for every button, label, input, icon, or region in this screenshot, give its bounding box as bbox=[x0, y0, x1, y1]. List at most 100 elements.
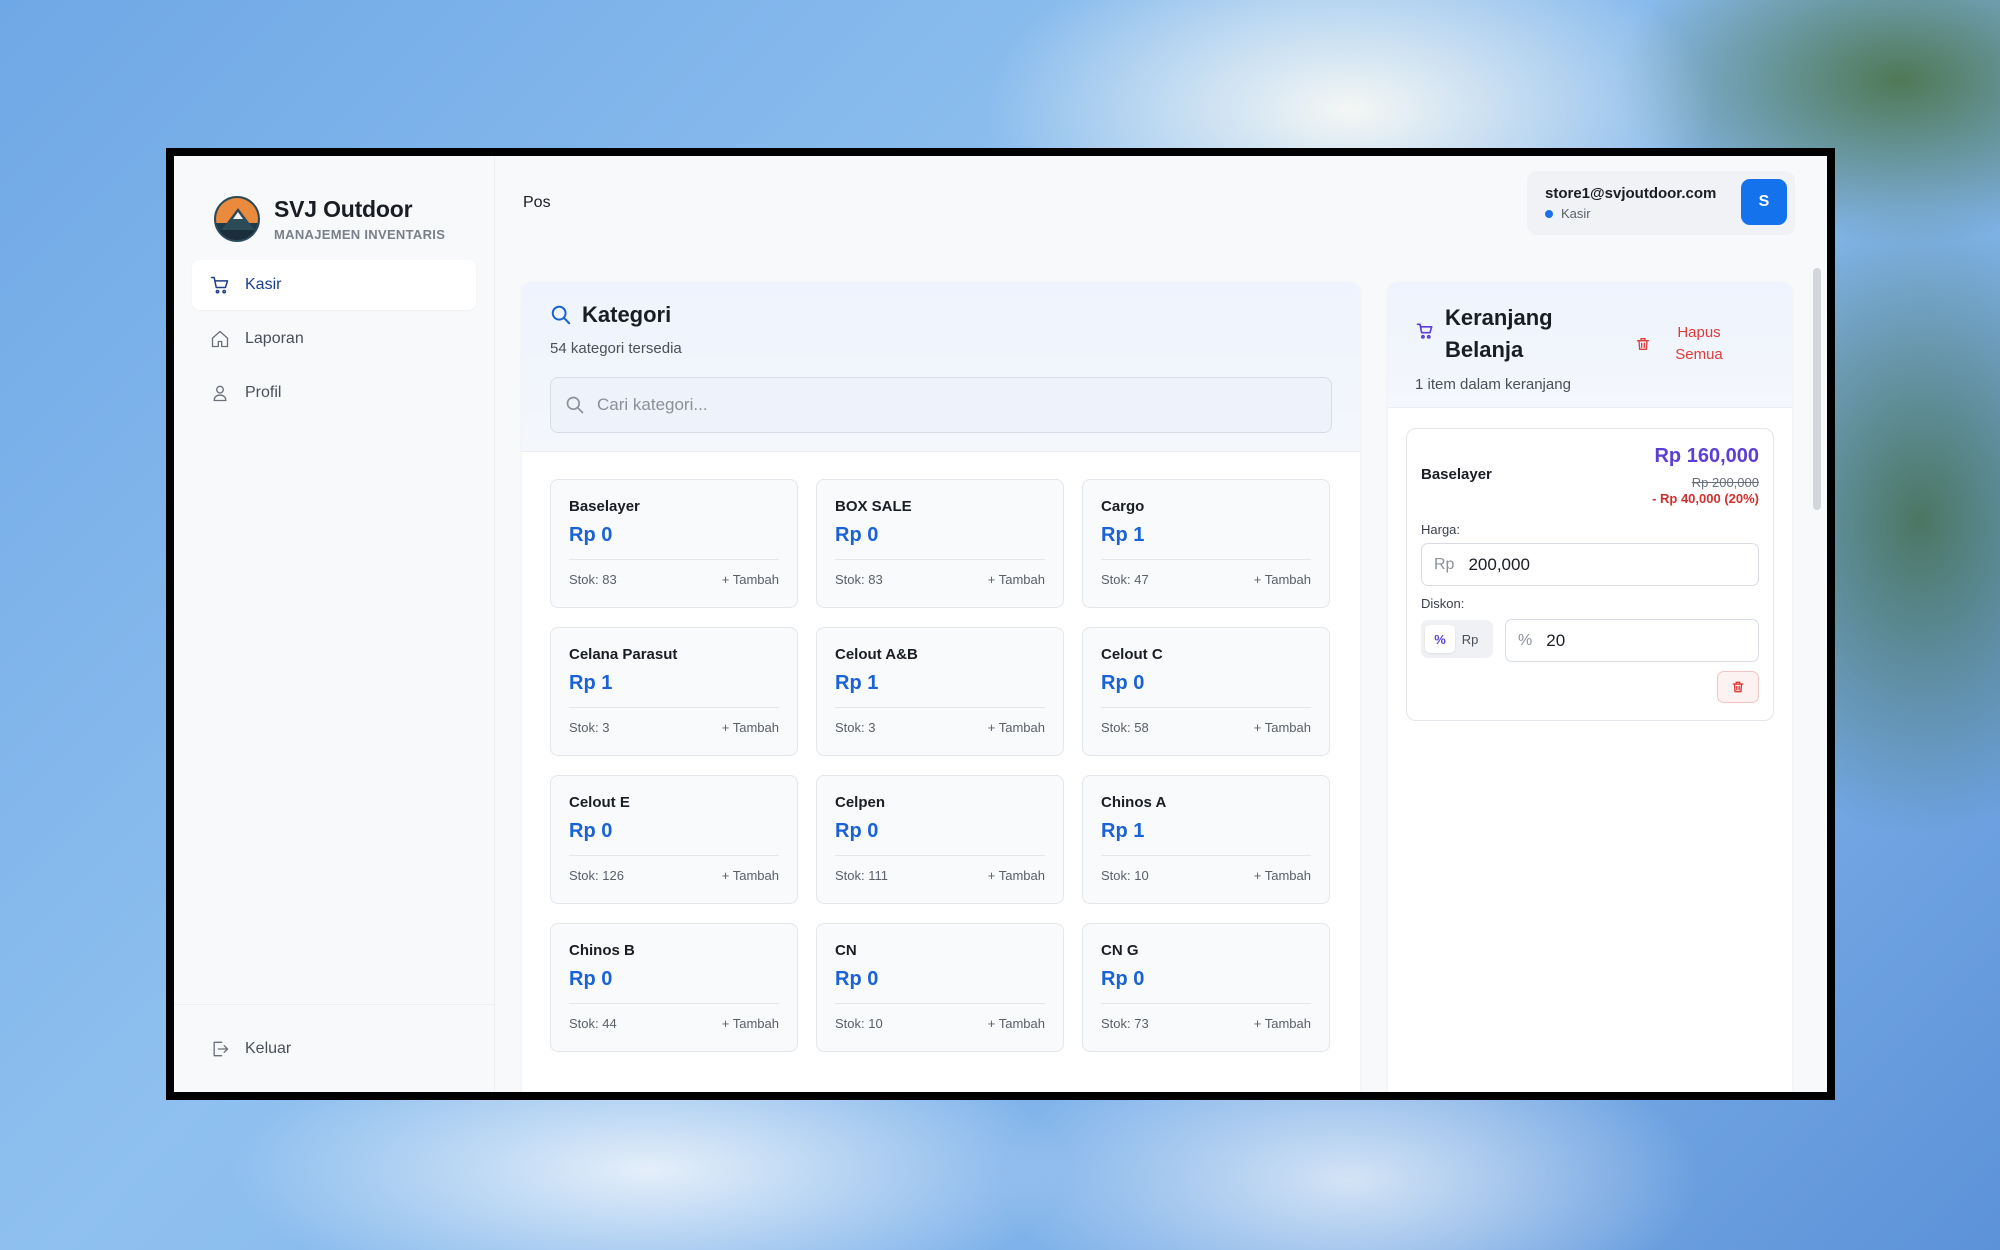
category-card-footer: Stok: 47 + Tambah bbox=[1101, 559, 1311, 587]
category-card-name: CN bbox=[835, 942, 857, 959]
cart-item-name: Baselayer bbox=[1421, 466, 1492, 483]
scrollbar[interactable] bbox=[1813, 256, 1821, 1092]
category-card[interactable]: Celout C Rp 0 Stok: 58 + Tambah bbox=[1082, 627, 1330, 756]
category-card-name: Chinos B bbox=[569, 942, 635, 959]
add-to-cart-button[interactable]: + Tambah bbox=[722, 572, 779, 587]
cart-icon bbox=[210, 276, 229, 294]
category-card[interactable]: Celana Parasut Rp 1 Stok: 3 + Tambah bbox=[550, 627, 798, 756]
price-field[interactable]: Rp bbox=[1421, 543, 1759, 586]
add-to-cart-button[interactable]: + Tambah bbox=[988, 1016, 1045, 1031]
discount-field[interactable]: % bbox=[1505, 619, 1759, 662]
add-to-cart-button[interactable]: + Tambah bbox=[722, 868, 779, 883]
category-card-stock: Stok: 126 bbox=[569, 868, 624, 883]
category-card-price: Rp 0 bbox=[569, 968, 613, 990]
category-card-price: Rp 0 bbox=[835, 968, 879, 990]
category-card[interactable]: CN G Rp 0 Stok: 73 + Tambah bbox=[1082, 923, 1330, 1052]
category-card[interactable]: BOX SALE Rp 0 Stok: 83 + Tambah bbox=[816, 479, 1064, 608]
category-card-stock: Stok: 83 bbox=[569, 572, 617, 587]
category-card-name: Chinos A bbox=[1101, 794, 1167, 811]
category-card[interactable]: Celout E Rp 0 Stok: 126 + Tambah bbox=[550, 775, 798, 904]
add-to-cart-button[interactable]: + Tambah bbox=[1254, 868, 1311, 883]
add-to-cart-button[interactable]: + Tambah bbox=[722, 1016, 779, 1031]
category-card-name: Celana Parasut bbox=[569, 646, 678, 663]
remove-item-button[interactable] bbox=[1717, 671, 1759, 703]
clear-cart-button[interactable]: Hapus Semua bbox=[1635, 322, 1727, 366]
search-icon bbox=[551, 305, 571, 325]
logout-label: Keluar bbox=[245, 1039, 292, 1057]
sidebar-item-label: Profil bbox=[245, 384, 282, 401]
category-card[interactable]: Cargo Rp 1 Stok: 47 + Tambah bbox=[1082, 479, 1330, 608]
brand-logo bbox=[214, 196, 260, 242]
category-card-stock: Stok: 44 bbox=[569, 1016, 617, 1031]
category-card-footer: Stok: 10 + Tambah bbox=[835, 1003, 1045, 1031]
sidebar-item-profil[interactable]: Profil bbox=[192, 368, 476, 418]
trash-icon bbox=[1732, 681, 1744, 693]
discount-mode-rupiah[interactable]: Rp bbox=[1455, 625, 1485, 653]
topbar: Pos store1@svjoutdoor.com Kasir S bbox=[495, 156, 1827, 256]
category-card-name: Celout E bbox=[569, 794, 630, 811]
category-title: Kategori bbox=[550, 302, 1332, 328]
category-card[interactable]: Celpen Rp 0 Stok: 111 + Tambah bbox=[816, 775, 1064, 904]
add-to-cart-button[interactable]: + Tambah bbox=[1254, 1016, 1311, 1031]
main-area: Pos store1@svjoutdoor.com Kasir S Katego… bbox=[495, 156, 1827, 1092]
category-card-price: Rp 1 bbox=[1101, 820, 1145, 842]
cart-item-discount-amount: - Rp 40,000 (20%) bbox=[1652, 491, 1759, 506]
user-icon bbox=[213, 385, 227, 402]
discount-mode-toggle: % Rp bbox=[1421, 620, 1493, 658]
category-card[interactable]: CN Rp 0 Stok: 10 + Tambah bbox=[816, 923, 1064, 1052]
sidebar-item-laporan[interactable]: Laporan bbox=[192, 314, 476, 364]
category-title-label: Kategori bbox=[582, 302, 672, 327]
category-card-name: Cargo bbox=[1101, 498, 1145, 515]
category-search[interactable] bbox=[550, 377, 1332, 433]
cart-title: Keranjang Belanja bbox=[1445, 305, 1553, 362]
sidebar-item-label: Kasir bbox=[245, 276, 282, 293]
cart-item: Baselayer Rp 160,000 Rp 200,000 - Rp 40,… bbox=[1406, 428, 1774, 721]
discount-mode-percent[interactable]: % bbox=[1425, 625, 1455, 653]
category-search-input[interactable] bbox=[597, 395, 1287, 415]
home-icon bbox=[211, 330, 229, 348]
price-input[interactable] bbox=[1468, 554, 1669, 575]
category-card-footer: Stok: 83 + Tambah bbox=[569, 559, 779, 587]
add-to-cart-button[interactable]: + Tambah bbox=[1254, 720, 1311, 735]
category-card[interactable]: Baselayer Rp 0 Stok: 83 + Tambah bbox=[550, 479, 798, 608]
category-panel: Kategori 54 kategori tersedia Baselayer R… bbox=[522, 282, 1360, 1092]
add-to-cart-button[interactable]: + Tambah bbox=[722, 720, 779, 735]
scrollbar-thumb[interactable] bbox=[1813, 268, 1821, 510]
category-card-footer: Stok: 44 + Tambah bbox=[569, 1003, 779, 1031]
brand: SVJ Outdoor MANAJEMEN INVENTARIS bbox=[174, 156, 494, 260]
add-to-cart-button[interactable]: + Tambah bbox=[988, 572, 1045, 587]
logout-icon bbox=[213, 1041, 229, 1056]
avatar[interactable]: S bbox=[1741, 179, 1787, 225]
category-card-footer: Stok: 58 + Tambah bbox=[1101, 707, 1311, 735]
cart-item-final-price: Rp 160,000 bbox=[1654, 445, 1759, 467]
cart-count: 1 item dalam keranjang bbox=[1415, 376, 1571, 393]
category-card-name: CN G bbox=[1101, 942, 1139, 959]
user-role-label: Kasir bbox=[1561, 206, 1591, 221]
user-role: Kasir bbox=[1545, 206, 1716, 221]
sidebar: SVJ Outdoor MANAJEMEN INVENTARIS Kasir L… bbox=[174, 156, 495, 1092]
price-prefix: Rp bbox=[1434, 555, 1455, 573]
add-to-cart-button[interactable]: + Tambah bbox=[988, 720, 1045, 735]
app-window-frame: SVJ Outdoor MANAJEMEN INVENTARIS Kasir L… bbox=[166, 148, 1835, 1100]
category-card[interactable]: Chinos B Rp 0 Stok: 44 + Tambah bbox=[550, 923, 798, 1052]
user-email: store1@svjoutdoor.com bbox=[1545, 185, 1717, 202]
logout-button[interactable]: Keluar bbox=[174, 1004, 494, 1092]
category-count: 54 kategori tersedia bbox=[550, 340, 682, 357]
add-to-cart-button[interactable]: + Tambah bbox=[1254, 572, 1311, 587]
category-card-price: Rp 0 bbox=[569, 820, 613, 842]
category-header: Kategori 54 kategori tersedia bbox=[522, 282, 1360, 452]
category-card-stock: Stok: 83 bbox=[835, 572, 883, 587]
category-card[interactable]: Celout A&B Rp 1 Stok: 3 + Tambah bbox=[816, 627, 1064, 756]
user-menu[interactable]: store1@svjoutdoor.com Kasir S bbox=[1527, 171, 1795, 235]
category-card-footer: Stok: 73 + Tambah bbox=[1101, 1003, 1311, 1031]
category-card-name: BOX SALE bbox=[835, 498, 912, 515]
discount-input[interactable] bbox=[1546, 630, 1747, 651]
category-card-price: Rp 0 bbox=[835, 524, 879, 546]
category-card-name: Celpen bbox=[835, 794, 886, 811]
add-to-cart-button[interactable]: + Tambah bbox=[988, 868, 1045, 883]
category-card-footer: Stok: 126 + Tambah bbox=[569, 855, 779, 883]
category-card-name: Celout A&B bbox=[835, 646, 918, 663]
status-dot-icon bbox=[1545, 209, 1553, 218]
sidebar-item-kasir[interactable]: Kasir bbox=[192, 260, 476, 310]
category-card[interactable]: Chinos A Rp 1 Stok: 10 + Tambah bbox=[1082, 775, 1330, 904]
